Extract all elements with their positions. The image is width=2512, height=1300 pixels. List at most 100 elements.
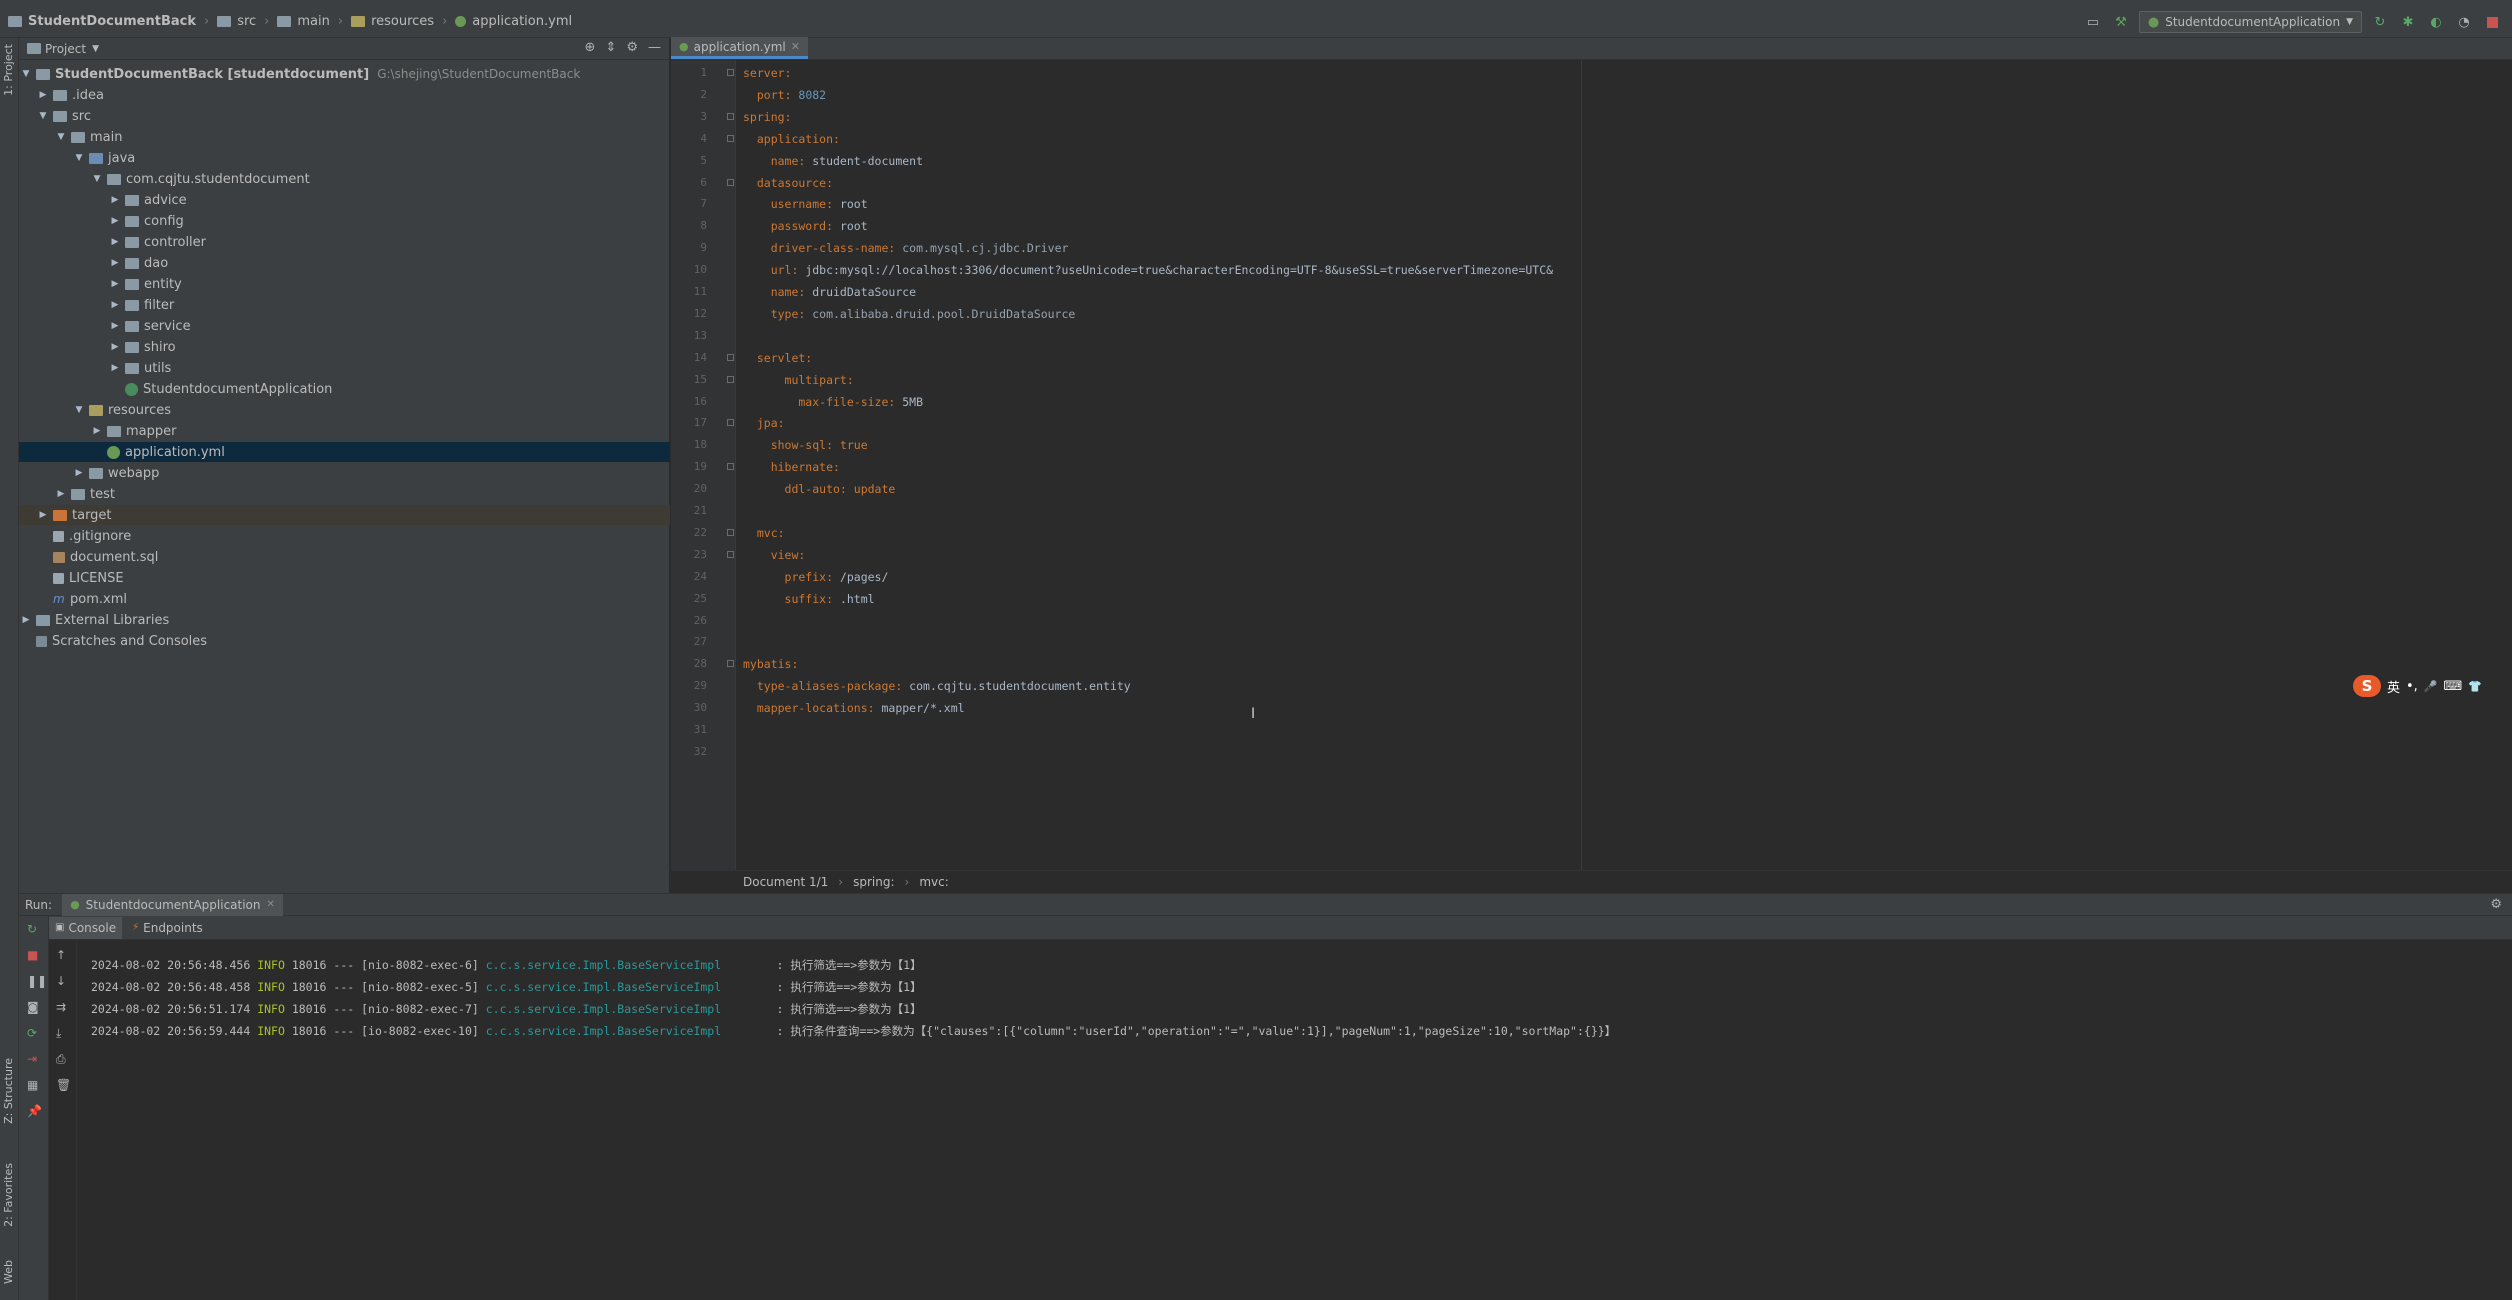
tree-node-config[interactable]: ▶ config xyxy=(108,211,184,231)
tree-node-main[interactable]: ▼ main xyxy=(54,127,123,147)
expanded-arrow-icon[interactable]: ▼ xyxy=(54,132,68,142)
layout-icon[interactable]: ▦ xyxy=(27,1078,38,1092)
collapsed-arrow-icon[interactable]: ▶ xyxy=(108,363,122,373)
collapsed-arrow-icon[interactable]: ▶ xyxy=(54,489,68,499)
tree-node-external-libraries[interactable]: ▶ External Libraries xyxy=(19,610,170,630)
close-icon[interactable]: ✕ xyxy=(791,40,800,53)
tree-node-document-sql[interactable]: document.sql xyxy=(50,547,158,567)
microphone-icon[interactable]: 🎤 xyxy=(2424,680,2438,693)
collapsed-arrow-icon[interactable]: ▶ xyxy=(108,342,122,352)
tree-node-target[interactable]: ▶ target xyxy=(19,505,670,525)
rerun-icon[interactable]: ↻ xyxy=(27,922,37,936)
stop-icon[interactable]: ■ xyxy=(27,948,38,962)
expanded-arrow-icon[interactable]: ▼ xyxy=(36,111,50,121)
tab-endpoints[interactable]: ⚡ Endpoints xyxy=(126,917,209,939)
tree-node-java[interactable]: ▼ java xyxy=(72,148,136,168)
coverage-icon[interactable]: ◐ xyxy=(2426,12,2446,32)
fold-marker-icon[interactable] xyxy=(727,375,734,383)
tab-web-tool[interactable]: Web xyxy=(2,1260,15,1284)
tree-node-application-class[interactable]: StudentdocumentApplication xyxy=(122,379,332,399)
gear-icon[interactable]: ⚙ xyxy=(2490,897,2502,912)
gear-icon[interactable]: ⚙ xyxy=(626,40,638,55)
collapsed-arrow-icon[interactable]: ▶ xyxy=(108,321,122,331)
minimize-icon[interactable]: — xyxy=(648,40,661,55)
collapsed-arrow-icon[interactable]: ▶ xyxy=(108,195,122,205)
crumb-file[interactable]: application.yml xyxy=(472,14,572,29)
chevron-down-icon[interactable]: ▼ xyxy=(92,44,99,54)
tree-node-controller[interactable]: ▶ controller xyxy=(108,232,207,252)
fold-marker-icon[interactable] xyxy=(727,112,734,120)
trash-icon[interactable]: 🗑 xyxy=(56,1078,71,1092)
tree-node-service[interactable]: ▶ service xyxy=(108,316,191,336)
tree-node-license[interactable]: LICENSE xyxy=(50,568,124,588)
tree-node-utils[interactable]: ▶ utils xyxy=(108,358,172,378)
code-area[interactable]: server: port: 8082 spring: application: n… xyxy=(743,60,2512,870)
breadcrumb-spring[interactable]: spring: xyxy=(853,875,894,889)
tab-structure-tool[interactable]: Z: Structure xyxy=(2,1058,15,1124)
tree-node-webapp[interactable]: ▶ webapp xyxy=(72,463,160,483)
crumb-project[interactable]: StudentDocumentBack xyxy=(28,14,196,29)
collapsed-arrow-icon[interactable]: ▶ xyxy=(108,258,122,268)
print-icon[interactable]: ⎙ xyxy=(56,1052,66,1067)
ime-punctuation-toggle[interactable]: •, xyxy=(2406,679,2418,694)
collapsed-arrow-icon[interactable]: ▶ xyxy=(108,300,122,310)
expanded-arrow-icon[interactable]: ▼ xyxy=(90,174,104,184)
exit-icon[interactable]: ⇥ xyxy=(27,1052,37,1066)
expanded-arrow-icon[interactable]: ▼ xyxy=(72,153,86,163)
tree-node-src[interactable]: ▼ src xyxy=(36,106,91,126)
fold-marker-icon[interactable] xyxy=(727,178,734,186)
pin-icon[interactable]: 📌 xyxy=(27,1104,42,1118)
crumb-resources[interactable]: resources xyxy=(371,14,434,29)
breadcrumb-mvc[interactable]: mvc: xyxy=(919,875,948,889)
tree-node-gitignore[interactable]: .gitignore xyxy=(50,526,131,546)
collapsed-arrow-icon[interactable]: ▶ xyxy=(36,510,50,520)
tree-node-entity[interactable]: ▶ entity xyxy=(108,274,182,294)
tree-node-filter[interactable]: ▶ filter xyxy=(108,295,175,315)
crumb-main[interactable]: main xyxy=(297,14,329,29)
run-tab-application[interactable]: ● StudentdocumentApplication ✕ xyxy=(62,893,283,916)
tree-node-mapper[interactable]: ▶ mapper xyxy=(90,421,177,441)
tree-node-advice[interactable]: ▶ advice xyxy=(108,190,187,210)
ime-language-toggle[interactable]: 英 xyxy=(2387,677,2400,696)
fold-marker-icon[interactable] xyxy=(727,134,734,142)
collapsed-arrow-icon[interactable]: ▶ xyxy=(72,468,86,478)
tree-node-scratches[interactable]: Scratches and Consoles xyxy=(33,631,207,651)
tree-node-idea[interactable]: ▶ .idea xyxy=(36,85,104,105)
collapsed-arrow-icon[interactable]: ▶ xyxy=(108,216,122,226)
tree-node-test[interactable]: ▶ test xyxy=(54,484,115,504)
profile-icon[interactable]: ◔ xyxy=(2454,12,2474,32)
expanded-arrow-icon[interactable]: ▼ xyxy=(72,405,86,415)
debug-icon[interactable]: ✱ xyxy=(2398,12,2418,32)
fold-marker-icon[interactable] xyxy=(727,528,734,536)
collapsed-arrow-icon[interactable]: ▶ xyxy=(108,279,122,289)
tab-console[interactable]: ▣ Console xyxy=(49,916,123,939)
fold-marker-icon[interactable] xyxy=(727,419,734,427)
window-layout-icon[interactable]: ▭ xyxy=(2083,12,2103,32)
crumb-src[interactable]: src xyxy=(237,14,256,29)
collapse-all-icon[interactable]: ⇕ xyxy=(605,40,616,55)
tree-node-package[interactable]: ▼ com.cqjtu.studentdocument xyxy=(90,169,310,189)
dump-threads-icon[interactable]: ◙ xyxy=(27,1000,39,1014)
soft-wrap-icon[interactable]: ⇉ xyxy=(56,1000,66,1014)
scroll-to-end-icon[interactable]: ⤓ xyxy=(56,1026,61,1041)
collapsed-arrow-icon[interactable]: ▶ xyxy=(108,237,122,247)
tab-project-tool[interactable]: 1: Project xyxy=(2,44,15,96)
expanded-arrow-icon[interactable]: ▼ xyxy=(19,69,33,79)
down-arrow-icon[interactable]: ↓ xyxy=(56,974,66,988)
collapsed-arrow-icon[interactable]: ▶ xyxy=(19,615,33,625)
fold-marker-icon[interactable] xyxy=(727,660,734,668)
rerun-icon[interactable]: ↻ xyxy=(2370,12,2390,32)
run-configuration-select[interactable]: ● StudentdocumentApplication ▼ xyxy=(2138,11,2362,33)
tab-application-yml[interactable]: ● application.yml ✕ xyxy=(671,37,808,59)
pause-icon[interactable]: ❚❚ xyxy=(27,974,47,988)
build-hammer-icon[interactable]: ⚒ xyxy=(2111,12,2131,32)
stop-icon[interactable] xyxy=(2482,12,2502,32)
up-arrow-icon[interactable]: ↑ xyxy=(56,948,66,962)
tree-node-pom[interactable]: m pom.xml xyxy=(50,589,127,609)
breadcrumb-document[interactable]: Document 1/1 xyxy=(743,875,828,889)
tree-node-shiro[interactable]: ▶ shiro xyxy=(108,337,176,357)
tree-node-dao[interactable]: ▶ dao xyxy=(108,253,169,273)
update-app-icon[interactable]: ⟳ xyxy=(27,1026,37,1040)
tab-favorites-tool[interactable]: 2: Favorites xyxy=(2,1163,15,1227)
project-panel-title[interactable]: Project xyxy=(45,42,86,56)
